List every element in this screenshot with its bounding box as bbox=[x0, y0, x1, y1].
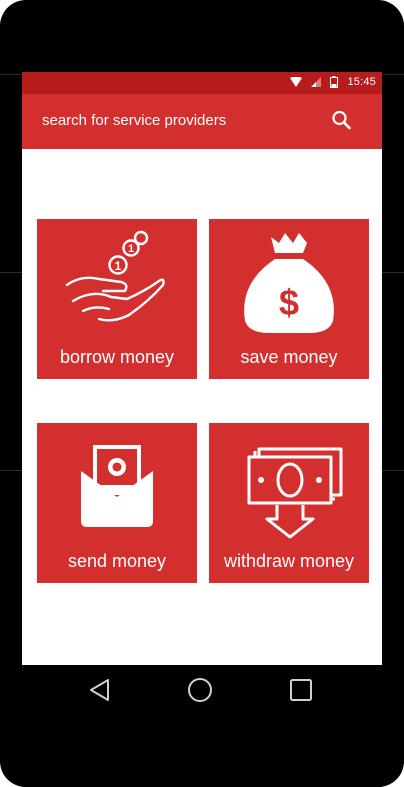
bezel-divider bbox=[0, 272, 22, 273]
status-time: 15:45 bbox=[347, 76, 376, 88]
hand-coins-icon: 1 1 bbox=[65, 230, 165, 322]
search-icon[interactable] bbox=[328, 107, 356, 135]
tile-label: save money bbox=[240, 347, 338, 367]
app-screen: 15:45 search for service providers 1 1 b… bbox=[22, 72, 382, 665]
home-icon[interactable] bbox=[186, 676, 214, 704]
save-money-tile[interactable]: $ save money bbox=[209, 219, 369, 379]
svg-text:1: 1 bbox=[128, 243, 134, 255]
bezel-divider bbox=[382, 470, 404, 471]
recents-icon[interactable] bbox=[287, 676, 315, 704]
banknote-withdraw-icon bbox=[247, 447, 343, 539]
app-bar: search for service providers bbox=[22, 94, 382, 149]
envelope-money-icon bbox=[81, 445, 153, 527]
borrow-money-tile[interactable]: 1 1 borrow money bbox=[37, 219, 197, 379]
bezel-divider bbox=[0, 470, 22, 471]
bezel-divider bbox=[382, 272, 404, 273]
money-bag-icon: $ bbox=[244, 233, 334, 333]
battery-icon bbox=[330, 76, 339, 88]
svg-text:1: 1 bbox=[115, 259, 122, 273]
signal-icon bbox=[311, 77, 322, 87]
bezel-divider bbox=[0, 74, 22, 75]
svg-text:$: $ bbox=[279, 282, 299, 323]
search-input[interactable]: search for service providers bbox=[42, 112, 226, 129]
back-icon[interactable] bbox=[86, 676, 114, 704]
status-bar: 15:45 bbox=[22, 72, 382, 94]
tile-label: send money bbox=[67, 551, 167, 571]
tile-label: withdraw money bbox=[223, 551, 355, 571]
send-money-tile[interactable]: send money bbox=[37, 423, 197, 583]
wifi-icon bbox=[290, 77, 303, 87]
phone-frame: 15:45 search for service providers 1 1 b… bbox=[0, 0, 404, 787]
tile-label: borrow money bbox=[59, 347, 175, 367]
withdraw-money-tile[interactable]: withdraw money bbox=[209, 423, 369, 583]
bezel-divider bbox=[382, 74, 404, 75]
